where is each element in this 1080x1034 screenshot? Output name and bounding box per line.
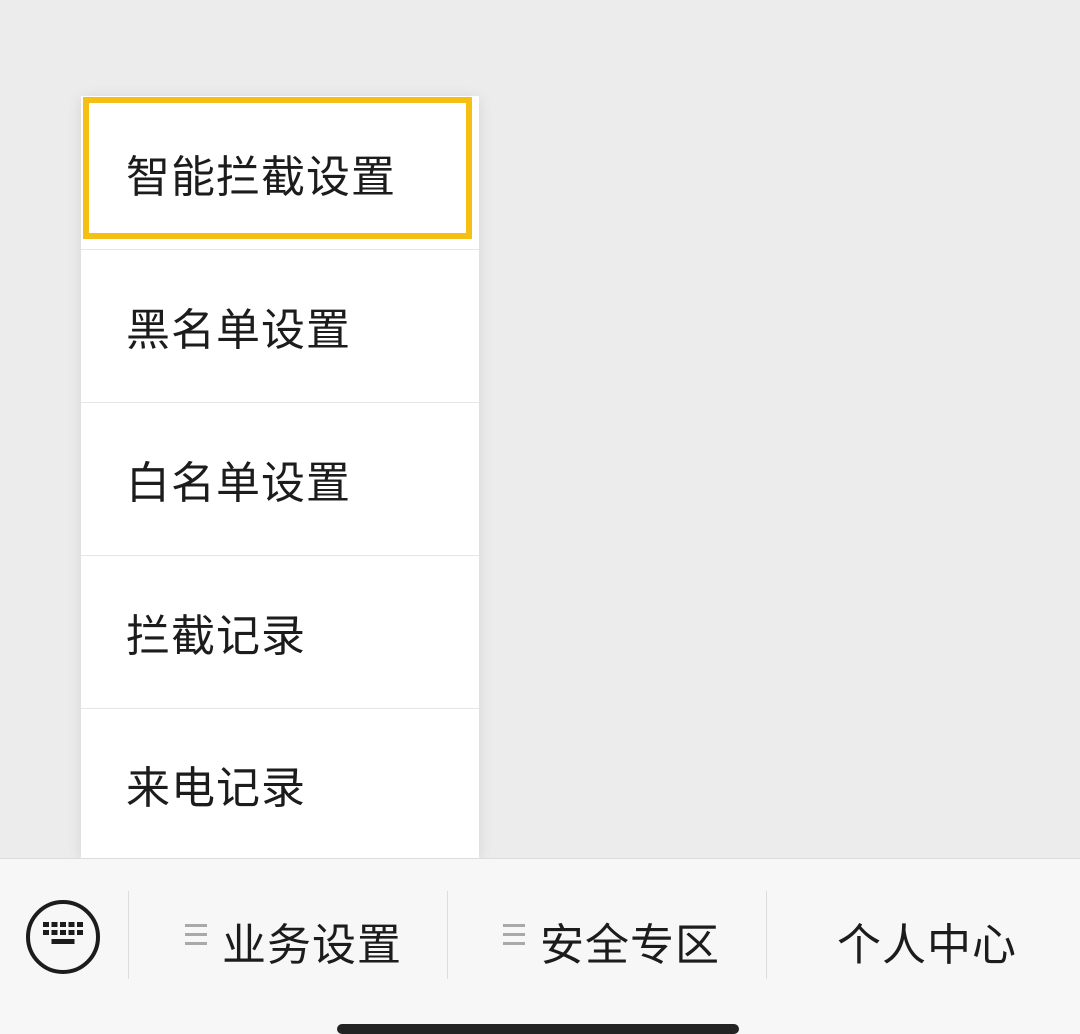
tab-label: 安全专区: [540, 920, 720, 971]
menu-item-label: 智能拦截设置: [126, 151, 396, 203]
menu-lines-icon: [185, 924, 207, 946]
tab-personal-center[interactable]: 个人中心: [767, 859, 1080, 1013]
keyboard-icon: [43, 922, 83, 944]
bottom-menu-bar: 业务设置 安全专区 个人中心: [0, 858, 1080, 1034]
keyboard-toggle-button[interactable]: [26, 900, 100, 974]
menu-item-block-records[interactable]: 拦截记录: [81, 555, 479, 708]
menu-item-label: 黑名单设置: [126, 305, 351, 356]
menu-lines-icon: [503, 924, 525, 946]
tab-label: 业务设置: [222, 920, 402, 971]
submenu-popup: 智能拦截设置 黑名单设置 白名单设置 拦截记录 来电记录: [81, 96, 479, 858]
tab-security-zone[interactable]: 安全专区: [448, 859, 766, 1013]
menu-item-call-records[interactable]: 来电记录: [81, 708, 479, 858]
home-indicator[interactable]: [337, 1024, 739, 1034]
menu-item-label: 来电记录: [126, 762, 306, 814]
menu-item-smart-block-settings[interactable]: 智能拦截设置: [81, 96, 479, 249]
menu-item-whitelist-settings[interactable]: 白名单设置: [81, 402, 479, 555]
menu-item-label: 白名单设置: [126, 458, 351, 509]
menu-item-label: 拦截记录: [126, 611, 306, 662]
tab-business-settings[interactable]: 业务设置: [129, 859, 447, 1013]
menu-item-blacklist-settings[interactable]: 黑名单设置: [81, 249, 479, 402]
tab-label: 个人中心: [837, 920, 1017, 971]
